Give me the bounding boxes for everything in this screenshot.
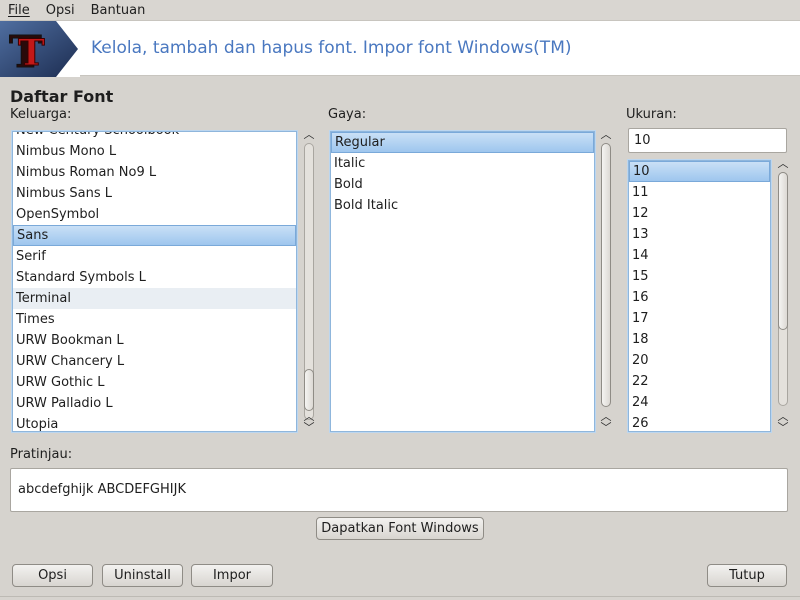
preview-box: abcdefghijk ABCDEFGHIJK — [10, 468, 788, 512]
menu-opsi[interactable]: Opsi — [38, 3, 83, 18]
size-list-item[interactable]: 11 — [629, 182, 770, 203]
size-list-item[interactable]: 18 — [629, 329, 770, 350]
svg-text:T: T — [18, 32, 45, 74]
size-input[interactable]: 10 — [628, 128, 787, 153]
bottom-divider — [0, 596, 800, 597]
style-list-item[interactable]: Bold — [331, 174, 594, 195]
style-list-item[interactable]: Regular — [331, 132, 594, 153]
family-list-item[interactable]: URW Bookman L — [13, 330, 296, 351]
family-label: Keluarga: — [10, 107, 72, 122]
size-list-item[interactable]: 10 — [629, 161, 770, 182]
size-list-item[interactable]: 13 — [629, 224, 770, 245]
family-list-item[interactable]: Times — [13, 309, 296, 330]
family-list-item[interactable]: Standard Symbols L — [13, 267, 296, 288]
banner-title: Kelola, tambah dan hapus font. Impor fon… — [91, 38, 572, 58]
scroll-up-icon[interactable]: ︿ — [598, 129, 614, 141]
menu-file[interactable]: File — [0, 3, 38, 18]
menu-bantuan[interactable]: Bantuan — [83, 3, 154, 18]
scroll-up-icon[interactable]: ︿ — [775, 158, 791, 170]
menubar: File Opsi Bantuan — [0, 0, 800, 20]
size-list[interactable]: 10 11 12 13 14 15 16 17 18 20 22 24 26 — [628, 160, 771, 432]
scroll-down-icon[interactable]: ﹀ — [301, 422, 317, 434]
scroll-thumb[interactable] — [778, 172, 788, 330]
scroll-up-icon[interactable]: ︿ — [301, 129, 317, 141]
family-list-item[interactable]: Terminal — [13, 288, 296, 309]
get-windows-fonts-button[interactable]: Dapatkan Font Windows — [316, 517, 484, 540]
size-list-item[interactable]: 22 — [629, 371, 770, 392]
family-list-item[interactable]: URW Chancery L — [13, 351, 296, 372]
size-scrollbar[interactable]: ︿ ︿ ﹀ — [775, 158, 791, 434]
scroll-thumb[interactable] — [304, 369, 314, 411]
font-manager-T-icon: T T — [0, 21, 80, 77]
family-list-item[interactable]: Nimbus Mono L — [13, 141, 296, 162]
font-manager-logo-icon: T T — [0, 21, 80, 77]
style-list-item[interactable]: Italic — [331, 153, 594, 174]
size-list-item[interactable]: 16 — [629, 287, 770, 308]
style-label: Gaya: — [328, 107, 367, 122]
size-list-item[interactable]: 14 — [629, 245, 770, 266]
header-banner: T T Kelola, tambah dan hapus font. Impor… — [0, 20, 800, 77]
style-list[interactable]: Regular Italic Bold Bold Italic — [330, 131, 595, 432]
size-list-item[interactable]: 17 — [629, 308, 770, 329]
import-button[interactable]: Impor — [191, 564, 273, 587]
family-list-item[interactable]: Nimbus Sans L — [13, 183, 296, 204]
family-list-item[interactable]: Serif — [13, 246, 296, 267]
size-label: Ukuran: — [626, 107, 677, 122]
style-list-item[interactable]: Bold Italic — [331, 195, 594, 216]
scroll-down-icon[interactable]: ﹀ — [598, 422, 614, 434]
family-list-item[interactable]: Nimbus Roman No9 L — [13, 162, 296, 183]
scroll-thumb[interactable] — [601, 143, 611, 407]
family-list-item[interactable]: Sans — [13, 225, 296, 246]
uninstall-button[interactable]: Uninstall — [102, 564, 183, 587]
options-button[interactable]: Opsi — [12, 564, 93, 587]
size-list-item[interactable]: 20 — [629, 350, 770, 371]
preview-label: Pratinjau: — [10, 447, 73, 462]
section-title: Daftar Font — [10, 87, 114, 106]
family-list-item[interactable]: OpenSymbol — [13, 204, 296, 225]
size-list-item[interactable]: 26 — [629, 413, 770, 431]
size-list-item[interactable]: 24 — [629, 392, 770, 413]
family-scrollbar[interactable]: ︿ ︿ ﹀ — [301, 129, 317, 434]
scroll-down-icon[interactable]: ﹀ — [775, 422, 791, 434]
size-list-item[interactable]: 15 — [629, 266, 770, 287]
family-list-item[interactable]: URW Palladio L — [13, 393, 296, 414]
family-list[interactable]: New Century SchoolbookNimbus Mono LNimbu… — [12, 131, 297, 432]
family-list-item[interactable]: URW Gothic L — [13, 372, 296, 393]
family-list-item[interactable]: New Century Schoolbook — [13, 132, 296, 141]
family-list-item[interactable]: Utopia — [13, 414, 296, 431]
size-list-item[interactable]: 12 — [629, 203, 770, 224]
style-scrollbar[interactable]: ︿ ︿ ﹀ — [598, 129, 614, 434]
close-button[interactable]: Tutup — [707, 564, 787, 587]
